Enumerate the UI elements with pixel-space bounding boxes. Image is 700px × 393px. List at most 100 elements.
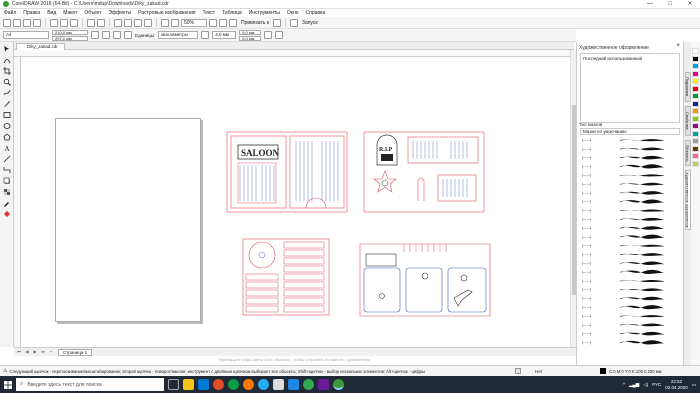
page-height-field[interactable]: 297,0 мм [52,35,88,41]
whatsapp-icon[interactable] [228,379,239,390]
text-tool-icon[interactable]: A [3,144,11,152]
add-page-icon[interactable]: + [48,349,54,355]
menu-text[interactable]: Текст [203,10,216,16]
crop-tool-icon[interactable] [3,67,11,75]
menu-file[interactable]: Файл [4,10,16,16]
units-select[interactable]: миллиметры [158,31,199,39]
menu-bitmaps[interactable]: Растровые изображения [138,10,195,16]
paper-size-select[interactable]: A4 [3,31,49,39]
palette-swatch[interactable] [692,55,699,62]
first-page-icon[interactable]: ⏮ [16,349,22,355]
palette-swatch[interactable] [692,115,699,122]
shape-tool-icon[interactable] [3,56,11,64]
nudge-distance-field[interactable]: 4,0 мм [212,31,237,39]
palette-swatch[interactable] [692,63,699,69]
export-icon[interactable] [134,18,142,27]
next-page-icon[interactable]: ▶ [32,349,38,355]
freehand-tool-icon[interactable] [3,89,11,97]
start-button[interactable] [0,376,16,393]
palette-swatch[interactable] [692,130,699,137]
language-indicator[interactable]: РУС [652,382,661,387]
zoom-tool-icon[interactable] [3,78,11,86]
network-icon[interactable]: ▂▄▆ [629,382,639,388]
rip-drawing[interactable]: R.I.P [363,131,485,213]
notifications-icon[interactable]: ▭ [692,382,696,388]
menu-effects[interactable]: Эффекты [108,10,131,16]
paste-icon[interactable] [70,18,78,27]
eyedropper-tool-icon[interactable] [3,199,11,207]
polygon-tool-icon[interactable] [3,133,11,141]
options-gear-icon[interactable] [272,18,281,27]
pick-tool-icon[interactable] [3,45,11,53]
rulers-icon[interactable] [171,18,179,27]
menu-layout[interactable]: Макет [63,10,77,16]
volume-icon[interactable]: ◁) [643,382,648,388]
save-icon[interactable] [23,18,31,27]
chrome-icon[interactable] [303,379,314,390]
launch-icon[interactable] [289,18,298,27]
interactive-fill-tool-icon[interactable] [3,210,11,218]
guides-icon[interactable] [229,18,237,27]
firefox-icon[interactable] [243,379,254,390]
maximize-button[interactable]: □ [660,0,680,9]
brush-type-select[interactable]: Мазки по умолчанию [580,128,680,135]
task-view-icon[interactable] [168,379,179,390]
last-page-icon[interactable]: ⏭ [40,349,46,355]
menu-edit[interactable]: Правка [23,10,40,16]
coreldraw-taskbar-icon[interactable] [333,379,344,390]
opera-icon[interactable] [213,379,224,390]
landscape-icon[interactable] [102,31,110,39]
taskbar-search[interactable]: ⌕ Введите здесь текст для поиска [16,378,164,391]
bar-front-drawing[interactable] [358,240,492,318]
edge-icon[interactable] [198,379,209,390]
drop-shadow-tool-icon[interactable] [3,177,11,185]
brush-stroke-swatches[interactable]: ⊢⊣ ⊢⊣ ⊢⊣ ⊢⊣ ⊢⊣ ⊢⊣ ⊢⊣ ⊢⊣ ⊢⊣ ⊢⊣ ⊢⊣ ⊢⊣ ⊢⊣ ⊢⊣ ⊢⊣ ⊢⊣ ⊢⊣ ⊢⊣ ⊢⊣ ⊢⊣… [580,136,680,351]
transparency-tool-icon[interactable] [3,188,11,196]
palette-swatch[interactable] [692,78,699,84]
palette-swatch[interactable] [692,70,699,77]
print-icon[interactable] [33,18,41,27]
open-icon[interactable] [13,18,21,27]
wheel-parts-drawing[interactable] [242,238,330,316]
palette-swatch[interactable] [692,145,699,152]
recent-strokes-box[interactable]: Последний использованный [580,53,680,123]
page-width-field[interactable]: 210,0 мм [52,29,88,35]
page-tab[interactable]: Страница 1 [58,348,93,356]
word-icon[interactable] [288,379,299,390]
saloon-drawing[interactable]: SALOON [226,131,348,213]
connector-tool-icon[interactable] [3,166,11,174]
portrait-icon[interactable] [91,31,99,39]
prev-page-icon[interactable]: ◀ [24,349,30,355]
palette-swatch[interactable] [692,108,699,114]
search-content-icon[interactable] [114,18,122,27]
palette-swatch[interactable] [692,123,699,129]
ellipse-tool-icon[interactable] [3,122,11,130]
copy-icon[interactable] [60,18,68,27]
zoom-level-select[interactable]: 50% [181,18,207,27]
current-page-icon[interactable] [124,31,132,39]
palette-swatch[interactable] [692,153,699,159]
menu-object[interactable]: Объект [84,10,101,16]
import-icon[interactable] [124,18,132,27]
options-icon[interactable] [275,31,284,39]
new-document-icon[interactable] [3,18,11,27]
menu-table[interactable]: Таблица [222,10,242,16]
launch-dropdown[interactable]: Запуск [300,19,320,27]
all-pages-icon[interactable] [113,31,121,39]
palette-swatch[interactable] [692,48,699,54]
view-mode-icon[interactable] [209,18,217,27]
parallel-dimension-tool-icon[interactable] [3,155,11,163]
palette-swatch[interactable] [692,100,699,107]
artistic-media-tool-icon[interactable] [3,100,11,108]
menu-view[interactable]: Вид [47,10,56,16]
menu-tools[interactable]: Инструменты [249,10,280,16]
blank-page[interactable] [55,118,201,322]
fullscreen-icon[interactable] [161,18,169,27]
palette-swatch[interactable] [692,93,699,99]
clock[interactable]: 22:52 02.04.2020 [665,379,688,391]
document-tab[interactable]: Diky_zakad.cdr [16,43,65,50]
undo-icon[interactable] [87,18,95,27]
menu-window[interactable]: Окно [287,10,299,16]
grid-icon[interactable] [219,18,227,27]
treat-as-filled-icon[interactable] [264,31,273,39]
